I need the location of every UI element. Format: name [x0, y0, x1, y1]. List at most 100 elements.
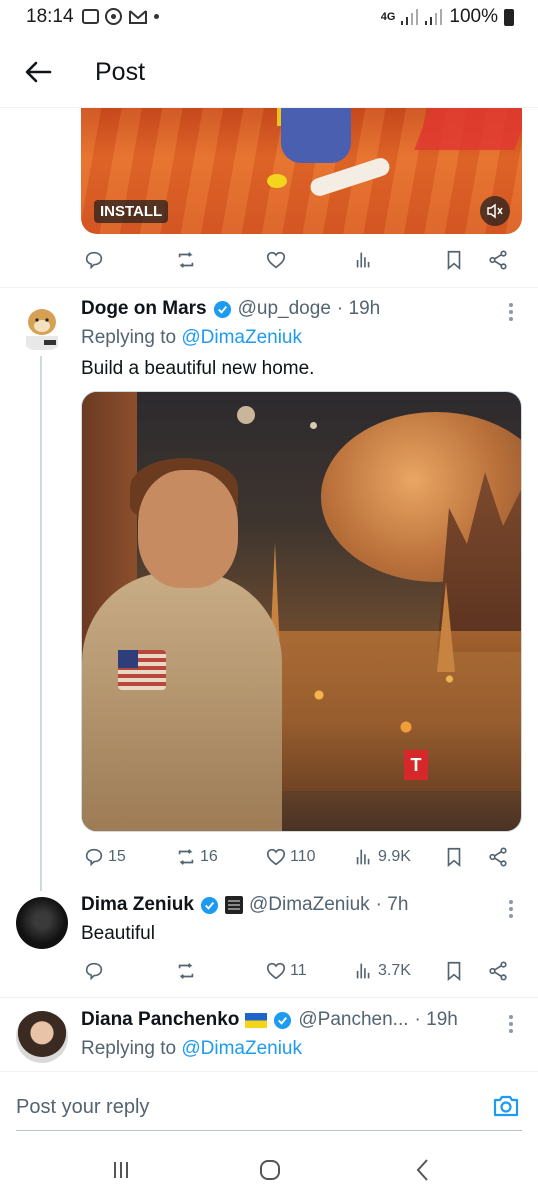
dot-icon: [154, 14, 159, 19]
ukraine-flag-icon: [245, 1012, 268, 1028]
tweet-action-bar: 11 3.7K: [81, 957, 522, 987]
gallery-icon: [82, 9, 99, 24]
heart-icon: [266, 848, 286, 866]
speaker-muted-icon: [487, 203, 503, 219]
share-button[interactable]: [487, 960, 509, 982]
replying-to-link[interactable]: @DimaZeniuk: [181, 327, 302, 348]
thread-line: [40, 356, 42, 891]
like-button[interactable]: 11: [265, 960, 307, 982]
install-button[interactable]: INSTALL: [94, 200, 169, 223]
bookmark-button[interactable]: [443, 249, 465, 271]
views-button[interactable]: [353, 249, 375, 271]
notification-icons: [82, 8, 159, 25]
tweet-image[interactable]: T: [81, 391, 522, 832]
bookmark-icon: [447, 250, 461, 271]
bookmark-icon: [447, 847, 461, 868]
share-button[interactable]: [487, 846, 509, 868]
retweet-icon: [178, 963, 194, 979]
image-moon: [237, 406, 255, 424]
mute-button[interactable]: [480, 196, 510, 226]
post-header: Post: [0, 40, 538, 108]
heart-icon: [266, 962, 286, 980]
game-ball: [267, 174, 287, 188]
retweet-button[interactable]: [175, 960, 197, 982]
reply-input[interactable]: Post your reply: [16, 1096, 149, 1119]
status-right: 4G 100%: [381, 6, 514, 28]
share-icon: [489, 961, 507, 981]
post-time: · 19h: [336, 298, 381, 319]
like-button[interactable]: 110: [265, 846, 316, 868]
back-nav-icon[interactable]: [408, 1155, 438, 1185]
views-count: 3.7K: [378, 962, 411, 979]
camera-icon[interactable]: [492, 1092, 520, 1120]
image-flag-patch: [118, 650, 166, 690]
recent-apps-icon[interactable]: [106, 1155, 136, 1185]
battery-percent: 100%: [449, 6, 498, 27]
retweet-button[interactable]: 16: [175, 846, 218, 868]
views-count: 9.9K: [378, 848, 411, 865]
image-face: [138, 470, 238, 588]
signal-icon-2: [425, 9, 443, 25]
share-icon: [489, 847, 507, 867]
tweet-action-bar: 15 16 110 9.9K: [81, 843, 522, 873]
author-name[interactable]: Diana Panchenko: [81, 1009, 239, 1031]
status-time: 18:14: [26, 6, 74, 27]
views-button[interactable]: 3.7K: [353, 960, 411, 982]
reply-icon: [85, 848, 103, 867]
image-moon-small: [310, 422, 317, 429]
author-handle[interactable]: @up_doge: [238, 298, 331, 320]
reply-icon: [85, 251, 103, 270]
reply-button[interactable]: [83, 960, 105, 982]
avatar-doge[interactable]: [16, 300, 68, 352]
reply-button[interactable]: [83, 249, 105, 271]
replying-to-link[interactable]: @DimaZeniuk: [181, 1038, 302, 1059]
tweet-text: Build a beautiful new home.: [81, 358, 315, 379]
views-button[interactable]: 9.9K: [353, 846, 411, 868]
share-icon: [489, 250, 507, 270]
author-name[interactable]: Doge on Mars: [81, 298, 207, 320]
views-chart-icon: [356, 963, 370, 979]
author-name[interactable]: Dima Zeniuk: [81, 894, 194, 916]
ad-video[interactable]: INSTALL: [81, 108, 522, 234]
post-time: · 7h: [375, 894, 409, 915]
tweet-header-dima: Dima Zeniuk @DimaZeniuk · 7h: [81, 894, 408, 916]
views-chart-icon: [356, 252, 370, 268]
input-underline: [16, 1130, 522, 1131]
bookmark-button[interactable]: [443, 960, 465, 982]
retweet-button[interactable]: [175, 249, 197, 271]
verified-badge-icon: [213, 300, 231, 318]
status-bar: 18:14 4G 100%: [0, 0, 538, 36]
more-options-icon[interactable]: [508, 303, 514, 321]
back-arrow-icon[interactable]: [22, 56, 54, 88]
affiliate-badge-icon: [224, 896, 243, 914]
replying-prefix: Replying to: [81, 327, 177, 348]
doge-avatar-icon: [16, 300, 68, 352]
bookmark-button[interactable]: [443, 846, 465, 868]
share-button[interactable]: [487, 249, 509, 271]
replying-to: Replying to @DimaZeniuk: [81, 327, 302, 349]
home-icon[interactable]: [255, 1155, 285, 1185]
more-options-icon[interactable]: [508, 900, 514, 918]
retweet-icon: [178, 849, 194, 865]
reply-button[interactable]: 15: [83, 846, 126, 868]
tweet-header-doge: Doge on Mars @up_doge · 19h: [81, 298, 380, 320]
tweet-header-diana: Diana Panchenko @Panchen... · 19h: [81, 1009, 458, 1031]
bookmark-icon: [447, 961, 461, 982]
page-title: Post: [95, 58, 146, 86]
like-button[interactable]: [265, 249, 287, 271]
more-options-icon[interactable]: [508, 1015, 514, 1033]
soccer-ball-icon: [105, 8, 122, 25]
retweet-count: 16: [200, 848, 218, 865]
system-nav-bar: [0, 1141, 538, 1200]
views-chart-icon: [356, 849, 370, 865]
avatar-dima[interactable]: [16, 897, 68, 949]
signal-icon: [401, 9, 419, 25]
reply-icon: [85, 962, 103, 981]
retweet-icon: [178, 252, 194, 268]
author-handle[interactable]: @Panchen...: [298, 1009, 408, 1031]
divider: [0, 287, 538, 288]
tweet-text: Beautiful: [81, 923, 155, 944]
avatar-diana[interactable]: [16, 1011, 68, 1063]
author-handle[interactable]: @DimaZeniuk: [249, 894, 370, 916]
like-count: 11: [290, 962, 307, 979]
